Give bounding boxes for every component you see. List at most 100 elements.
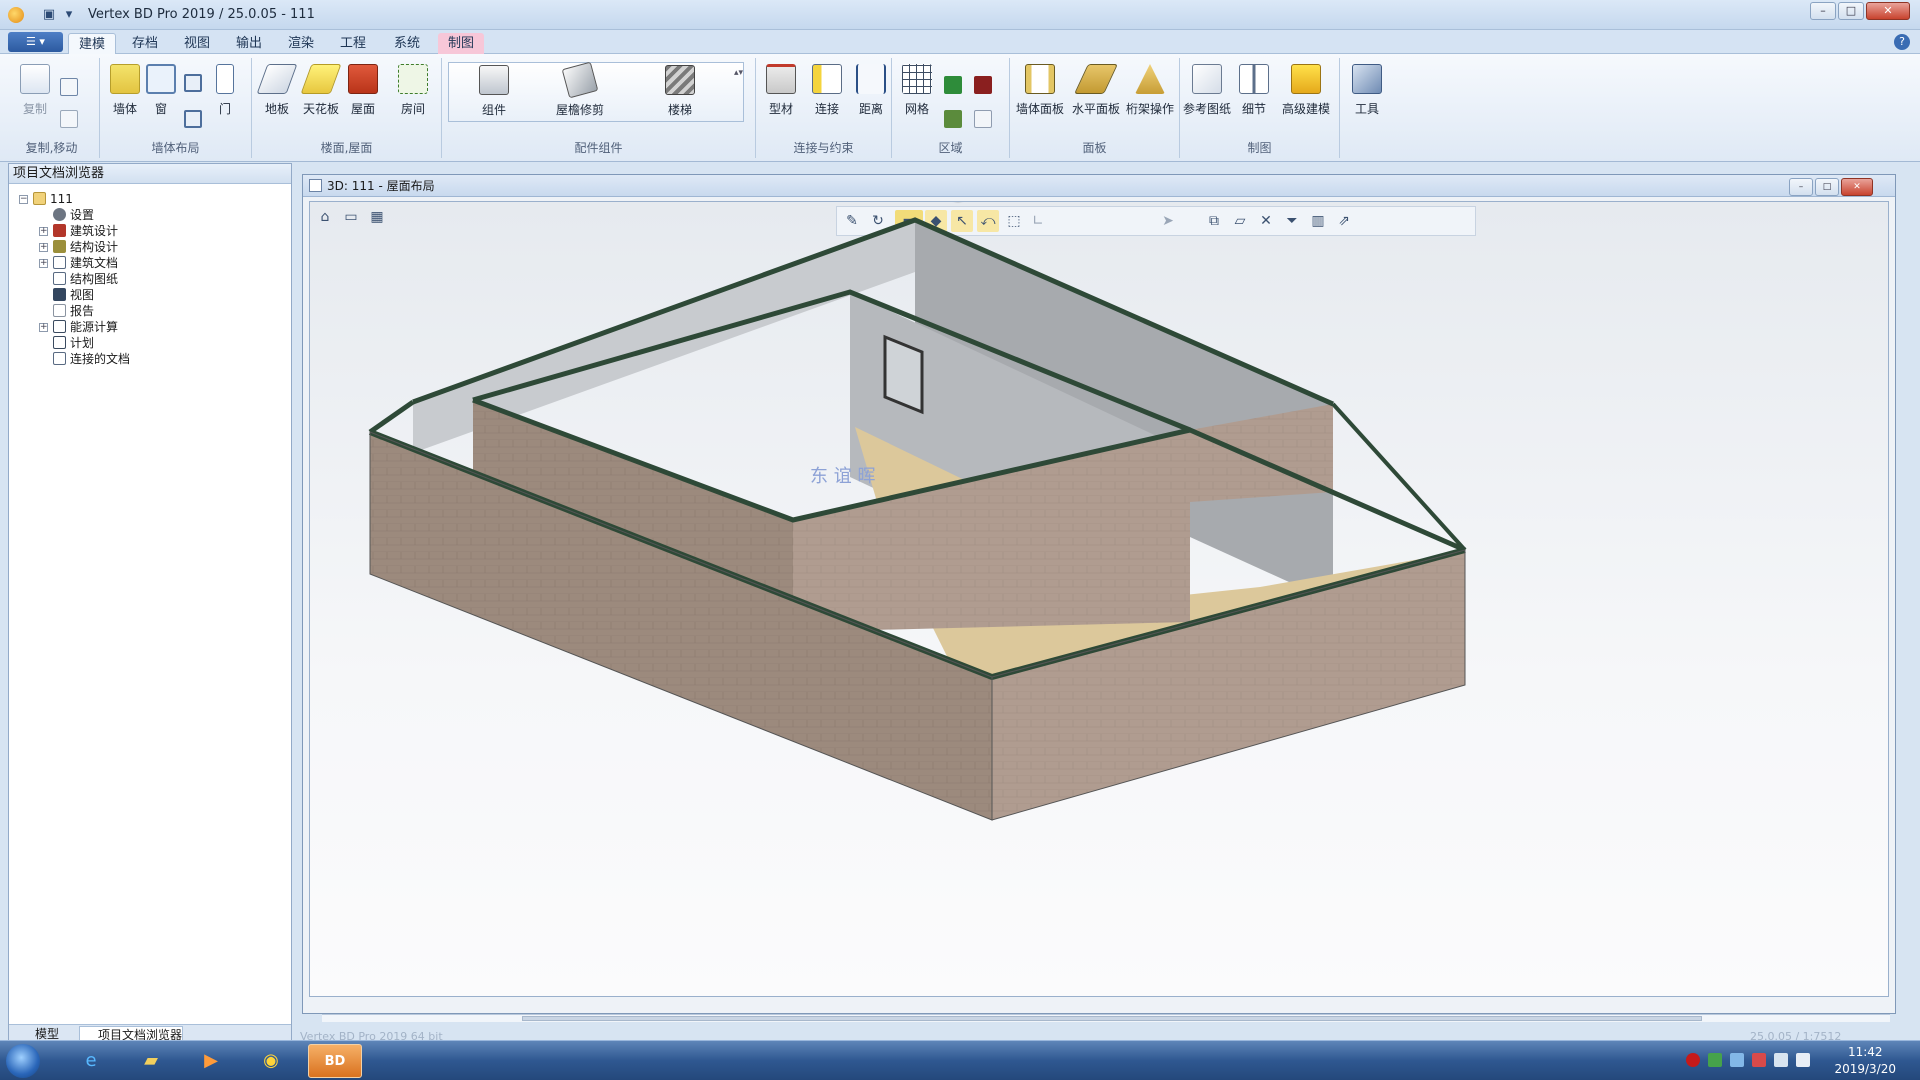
area-red-icon[interactable]	[974, 76, 992, 94]
display-tray-icon[interactable]	[1774, 1053, 1788, 1067]
tab-system[interactable]: 系统	[384, 33, 430, 54]
group-label-drawing: 制图	[1247, 141, 1272, 155]
ie-icon[interactable]: e	[64, 1044, 118, 1078]
profile-button[interactable]: 型材	[756, 64, 806, 117]
title-bar: ▣ ▾ Vertex BD Pro 2019 / 25.0.05 - 111 –…	[0, 0, 1920, 30]
vertex-bd-taskbar-button[interactable]: BD	[308, 1044, 362, 1078]
roof-button[interactable]: 屋面	[338, 64, 388, 117]
area-chart-icon[interactable]	[944, 110, 962, 128]
close-button[interactable]: ✕	[1866, 2, 1910, 20]
view-horizontal-scrollbar[interactable]	[322, 1014, 1890, 1022]
tree-item-energy[interactable]: 能源计算	[53, 319, 118, 335]
tab-drawing[interactable]: 制图	[438, 33, 485, 54]
group-components: 组件 屋檐修剪 楼梯 ▴▾ 配件组件	[442, 58, 756, 158]
project-browser-panel: 项目文档浏览器 − 111 设置 + 建筑设计 + 结构设计 + 建筑文档 结构…	[8, 163, 292, 1043]
app-menu-button[interactable]: ☰ ▾	[8, 32, 63, 52]
tools-button[interactable]: 工具	[1342, 64, 1392, 117]
tree-item-views[interactable]: 视图	[53, 287, 94, 303]
tree-expander-energy[interactable]: +	[39, 323, 48, 332]
wall-panel-button[interactable]: 墙体面板	[1010, 64, 1070, 117]
start-button[interactable]	[6, 1044, 40, 1078]
stair-icon	[665, 65, 695, 95]
scrollbar-thumb[interactable]	[522, 1016, 1702, 1021]
tab-modeling[interactable]: 建模	[68, 33, 117, 54]
tab-render[interactable]: 渲染	[278, 33, 324, 54]
component-gallery[interactable]: 组件 屋檐修剪 楼梯	[448, 61, 744, 122]
reference-drawing-button[interactable]: 参考图纸	[1180, 64, 1234, 117]
tree-item-linked-docs[interactable]: 连接的文档	[53, 351, 130, 367]
room-button[interactable]: 房间	[388, 64, 438, 117]
distance-button[interactable]: 距离	[846, 64, 896, 117]
gallery-scroll-icon[interactable]: ▴▾	[734, 68, 744, 86]
group-label-copy-move: 复制,移动	[25, 141, 78, 155]
group-label-panel: 面板	[1082, 141, 1107, 155]
3d-viewport[interactable]: ⌂ ▭ ▦ ✎ ↻ ▬ ◆ ↖ ⤺ ⬚ ∟ ➤ ⧉ ▱ ✕ ⏷ ▥ ⇗ ⦸	[309, 201, 1889, 997]
tree-expander-root[interactable]: −	[19, 195, 28, 204]
tree-item-struct-design[interactable]: 结构设计	[53, 239, 118, 255]
move-icon[interactable]	[60, 78, 78, 96]
mirror-icon[interactable]	[60, 110, 78, 128]
grid-button[interactable]: 网格	[892, 64, 942, 117]
window-element[interactable]	[883, 334, 924, 415]
alert-tray-icon[interactable]	[1752, 1053, 1766, 1067]
maximize-button[interactable]: □	[1838, 2, 1864, 20]
linked-document-icon	[53, 352, 66, 365]
door-icon	[216, 64, 234, 94]
save-icon[interactable]: ▣	[40, 6, 58, 24]
group-tools: 工具	[1340, 58, 1396, 158]
tree-item-settings[interactable]: 设置	[53, 207, 94, 223]
tab-output[interactable]: 输出	[226, 33, 272, 54]
component-button[interactable]: 组件	[469, 65, 519, 118]
reference-drawing-icon	[1192, 64, 1222, 94]
view-icon	[53, 288, 66, 301]
tab-view[interactable]: 视图	[174, 33, 220, 54]
network-tray-icon[interactable]	[1730, 1053, 1744, 1067]
advanced-modeling-button[interactable]: 高级建模	[1276, 64, 1336, 117]
tree-expander-arch-doc[interactable]: +	[39, 259, 48, 268]
view-window: 3D: 111 - 屋面布局 – □ ✕ ⌂ ▭ ▦ ✎ ↻ ▬ ◆ ↖ ⤺ ⬚…	[302, 174, 1896, 1014]
horizontal-panel-button[interactable]: 水平面板	[1066, 64, 1126, 117]
truss-operation-button[interactable]: 桁架操作	[1120, 64, 1180, 117]
report-icon	[53, 304, 66, 317]
tab-archive[interactable]: 存档	[122, 33, 168, 54]
view-minimize-button[interactable]: –	[1789, 178, 1813, 196]
area-box-icon[interactable]	[974, 110, 992, 128]
minimize-button[interactable]: –	[1810, 2, 1836, 20]
wall-top-trim-right	[1331, 402, 1467, 552]
connect-button[interactable]: 连接	[802, 64, 852, 117]
house-3d-model[interactable]: 东 谊 晖	[310, 202, 1889, 997]
tab-project[interactable]: 工程	[330, 33, 376, 54]
tree-item-arch-design[interactable]: 建筑设计	[53, 223, 118, 239]
group-panel: 墙体面板 水平面板 桁架操作 面板	[1010, 58, 1180, 158]
record-tray-icon[interactable]	[1686, 1053, 1700, 1067]
app-logo-icon[interactable]	[8, 7, 24, 23]
tree-expander-struct[interactable]: +	[39, 243, 48, 252]
view-close-button[interactable]: ✕	[1841, 178, 1873, 196]
volume-tray-icon[interactable]	[1796, 1053, 1810, 1067]
stair-button[interactable]: 楼梯	[655, 65, 705, 118]
tree-item-reports[interactable]: 报告	[53, 303, 94, 319]
door-button[interactable]: 门	[200, 64, 250, 117]
floor-button[interactable]: 地板	[252, 64, 302, 117]
tree-expander-arch[interactable]: +	[39, 227, 48, 236]
copy-icon	[20, 64, 50, 94]
quick-access-dropdown-icon[interactable]: ▾	[60, 6, 78, 24]
tree-item-arch-doc[interactable]: 建筑文档	[53, 255, 118, 271]
folder-icon	[33, 192, 46, 205]
chrome-icon[interactable]: ◉	[244, 1044, 298, 1078]
copy-button[interactable]: 复制	[10, 64, 60, 117]
tree-item-struct-drawing[interactable]: 结构图纸	[53, 271, 118, 287]
window-button[interactable]: 窗	[136, 64, 186, 117]
help-icon[interactable]: ?	[1894, 34, 1910, 50]
tree-root[interactable]: 111	[33, 191, 73, 207]
area-green-icon[interactable]	[944, 76, 962, 94]
taskbar-clock[interactable]: 11:42 2019/3/20	[1834, 1044, 1896, 1078]
eave-trim-button[interactable]: 屋檐修剪	[545, 61, 615, 118]
tree-item-plan[interactable]: 计划	[53, 335, 94, 351]
security-tray-icon[interactable]	[1708, 1053, 1722, 1067]
folder-taskbar-icon[interactable]: ▰	[124, 1044, 178, 1078]
detail-button[interactable]: 细节	[1232, 64, 1276, 117]
energy-icon	[53, 320, 66, 333]
view-maximize-button[interactable]: □	[1815, 178, 1839, 196]
media-player-icon[interactable]: ▶	[184, 1044, 238, 1078]
